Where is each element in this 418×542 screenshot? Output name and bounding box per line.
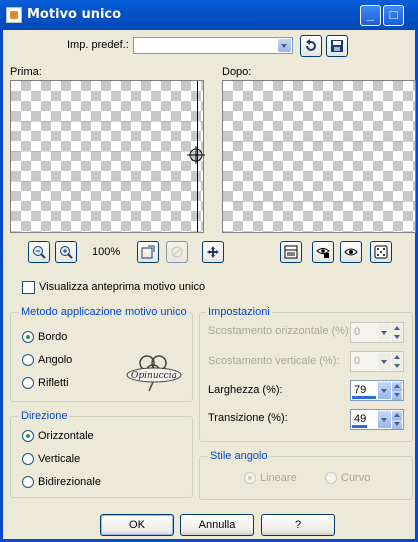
radio-orizzontale-label[interactable]: Orizzontale (38, 430, 94, 442)
chevron-down-icon[interactable] (378, 411, 391, 428)
chevron-down-icon[interactable] (278, 39, 291, 52)
radio-curvo-label[interactable]: Curvo (341, 472, 370, 484)
radio-bidirezionale-label[interactable]: Bidirezionale (38, 476, 101, 488)
watermark-text: Opinuccia (131, 371, 177, 381)
transition-label: Transizione (%): (208, 412, 288, 424)
spin-down-icon[interactable] (392, 362, 402, 371)
width-label: Larghezza (%): (208, 384, 283, 396)
spin-down-icon[interactable] (392, 333, 402, 342)
chevron-down-icon[interactable] (378, 382, 391, 399)
spin-up-icon[interactable] (392, 324, 402, 333)
app-icon (6, 7, 22, 23)
crosshair-icon[interactable] (187, 146, 205, 164)
radio-rifletti-label[interactable]: Rifletti (38, 377, 69, 389)
spin-down-icon[interactable] (392, 391, 402, 400)
spin-up-icon[interactable] (392, 353, 402, 362)
watermark-logo: Opinuccia (125, 353, 183, 393)
transition-spinner[interactable]: 49 (350, 409, 404, 430)
radio-verticale-label[interactable]: Verticale (38, 453, 80, 465)
radio-verticale[interactable] (22, 453, 34, 465)
cancel-button[interactable]: Annulla (180, 514, 254, 536)
save-icon (331, 40, 343, 52)
layout-toggle-button[interactable] (280, 241, 302, 263)
help-button[interactable]: ? (261, 514, 335, 536)
v-offset-label: Scostamento verticale (%): (208, 355, 340, 367)
zoom-out-icon (33, 246, 46, 259)
v-offset-value: 0 (354, 355, 361, 367)
randomize-button[interactable] (370, 241, 392, 263)
chevron-down-icon[interactable] (378, 353, 391, 370)
after-preview (222, 80, 416, 233)
radio-lineare-label[interactable]: Lineare (260, 472, 297, 484)
settings-group-title: Impostazioni (206, 306, 272, 318)
reset-button[interactable] (300, 35, 322, 57)
radio-lineare[interactable] (244, 472, 256, 484)
zoom-in-button[interactable] (55, 241, 77, 263)
preview-pattern-line (223, 141, 415, 142)
zoom-level: 100% (92, 246, 121, 258)
zoom-out-button[interactable] (28, 241, 50, 263)
eye-icon (344, 248, 358, 256)
minimize-button[interactable]: _ (360, 5, 381, 26)
direction-group-title: Direzione (19, 410, 70, 422)
transition-value: 49 (354, 413, 367, 425)
ok-button[interactable]: OK (100, 514, 174, 536)
layout-icon (284, 245, 298, 259)
maximize-button[interactable]: □ (383, 5, 404, 26)
clover-icon: Opinuccia (126, 355, 182, 392)
h-offset-value: 0 (354, 326, 361, 338)
fit-preview-button[interactable] (137, 241, 159, 263)
preset-dropdown[interactable] (133, 37, 293, 54)
preview-pattern-line (11, 151, 203, 152)
move-icon (207, 246, 219, 258)
preset-label: Imp. predef.: (67, 39, 129, 51)
preview-checkbox-label[interactable]: Visualizza anteprima motivo unico (39, 281, 205, 293)
title-bar: Motivo unico _ □ (0, 0, 418, 30)
v-offset-spinner[interactable]: 0 (350, 351, 404, 372)
transition-bar (352, 425, 367, 428)
spin-down-icon[interactable] (392, 420, 402, 429)
radio-bidirezionale[interactable] (22, 476, 34, 488)
radio-orizzontale[interactable] (22, 430, 34, 442)
width-spinner[interactable]: 79 (350, 380, 404, 401)
before-preview[interactable] (10, 80, 205, 233)
dice-icon (374, 245, 388, 259)
preview-pattern-line (223, 201, 415, 202)
lock-preview-button[interactable] (312, 241, 334, 263)
reset-icon (306, 39, 316, 51)
spin-up-icon[interactable] (392, 382, 402, 391)
preview-toggle-button[interactable] (340, 241, 362, 263)
chevron-down-icon[interactable] (378, 324, 391, 341)
lock-eye-icon (316, 248, 330, 258)
save-preset-button[interactable] (326, 35, 348, 57)
after-label: Dopo: (222, 66, 252, 78)
radio-curvo[interactable] (325, 472, 337, 484)
eye-disabled-icon (171, 246, 183, 258)
preview-checkbox[interactable] (22, 281, 35, 294)
width-bar (352, 396, 376, 399)
radio-rifletti[interactable] (22, 377, 34, 389)
width-value: 79 (354, 384, 367, 396)
radio-angolo[interactable] (22, 354, 34, 366)
spin-up-icon[interactable] (392, 411, 402, 420)
proof-button[interactable] (166, 241, 188, 263)
radio-bordo-label[interactable]: Bordo (38, 331, 67, 343)
h-offset-label: Scostamento orizzontale (%): (208, 325, 352, 337)
corner-style-title: Stile angolo (208, 450, 270, 462)
zoom-in-icon (60, 246, 73, 259)
resize-icon (141, 245, 155, 259)
method-group-title: Metodo applicazione motivo unico (19, 306, 189, 318)
preview-pattern-line (11, 121, 203, 122)
navigate-button[interactable] (202, 241, 224, 263)
before-label: Prima: (10, 66, 42, 78)
h-offset-spinner[interactable]: 0 (350, 322, 404, 343)
corner-style-group (199, 456, 413, 500)
window-title: Motivo unico (27, 7, 122, 22)
radio-bordo[interactable] (22, 331, 34, 343)
preview-pattern-line (11, 181, 203, 182)
radio-angolo-label[interactable]: Angolo (38, 354, 72, 366)
